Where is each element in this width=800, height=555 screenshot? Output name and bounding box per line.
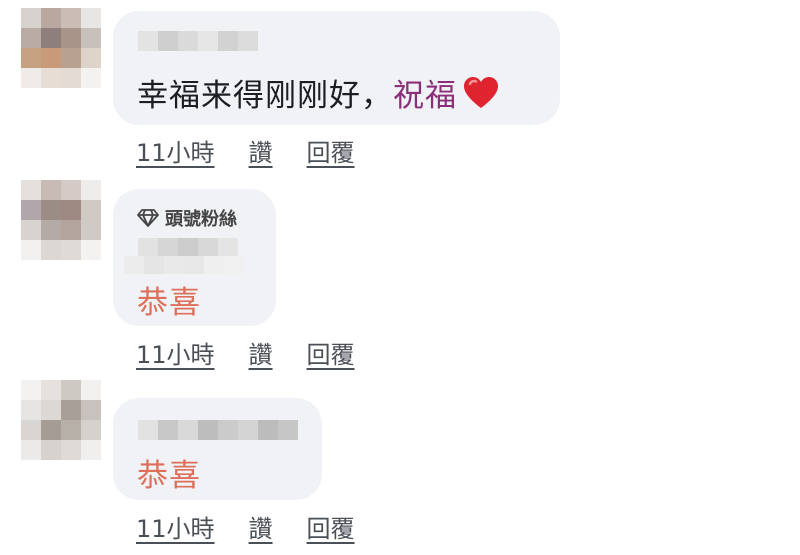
timestamp-link[interactable]: 11小時 bbox=[136, 133, 215, 168]
avatar[interactable] bbox=[21, 380, 101, 460]
reply-button[interactable]: 回覆 bbox=[307, 509, 355, 544]
commenter-name[interactable] bbox=[138, 31, 258, 51]
comment-actions: 11小時 讚 回覆 bbox=[136, 335, 355, 370]
comment-text: 恭喜 bbox=[137, 285, 201, 321]
commenter-name[interactable] bbox=[138, 420, 298, 440]
comment-text-highlight: 祝福 bbox=[393, 78, 457, 114]
like-button[interactable]: 讚 bbox=[249, 133, 273, 168]
timestamp-link[interactable]: 11小時 bbox=[136, 335, 215, 370]
comment-actions: 11小時 讚 回覆 bbox=[136, 133, 355, 168]
commenter-name[interactable] bbox=[124, 238, 244, 274]
like-button[interactable]: 讚 bbox=[249, 509, 273, 544]
avatar[interactable] bbox=[21, 8, 101, 88]
timestamp-link[interactable]: 11小時 bbox=[136, 509, 215, 544]
comment-text: 幸福来得刚刚好，祝福 bbox=[137, 70, 499, 118]
badge-label: 頭號粉絲 bbox=[165, 209, 237, 230]
diamond-icon bbox=[137, 209, 159, 227]
avatar[interactable] bbox=[21, 180, 101, 260]
comment-text: 恭喜 bbox=[137, 458, 201, 494]
reply-button[interactable]: 回覆 bbox=[307, 133, 355, 168]
comment-text-plain: 幸福来得刚刚好， bbox=[137, 78, 393, 114]
comment-actions: 11小時 讚 回覆 bbox=[136, 509, 355, 544]
heart-icon bbox=[463, 76, 499, 118]
like-button[interactable]: 讚 bbox=[249, 335, 273, 370]
top-fan-badge: 頭號粉絲 bbox=[137, 205, 237, 231]
reply-button[interactable]: 回覆 bbox=[307, 335, 355, 370]
